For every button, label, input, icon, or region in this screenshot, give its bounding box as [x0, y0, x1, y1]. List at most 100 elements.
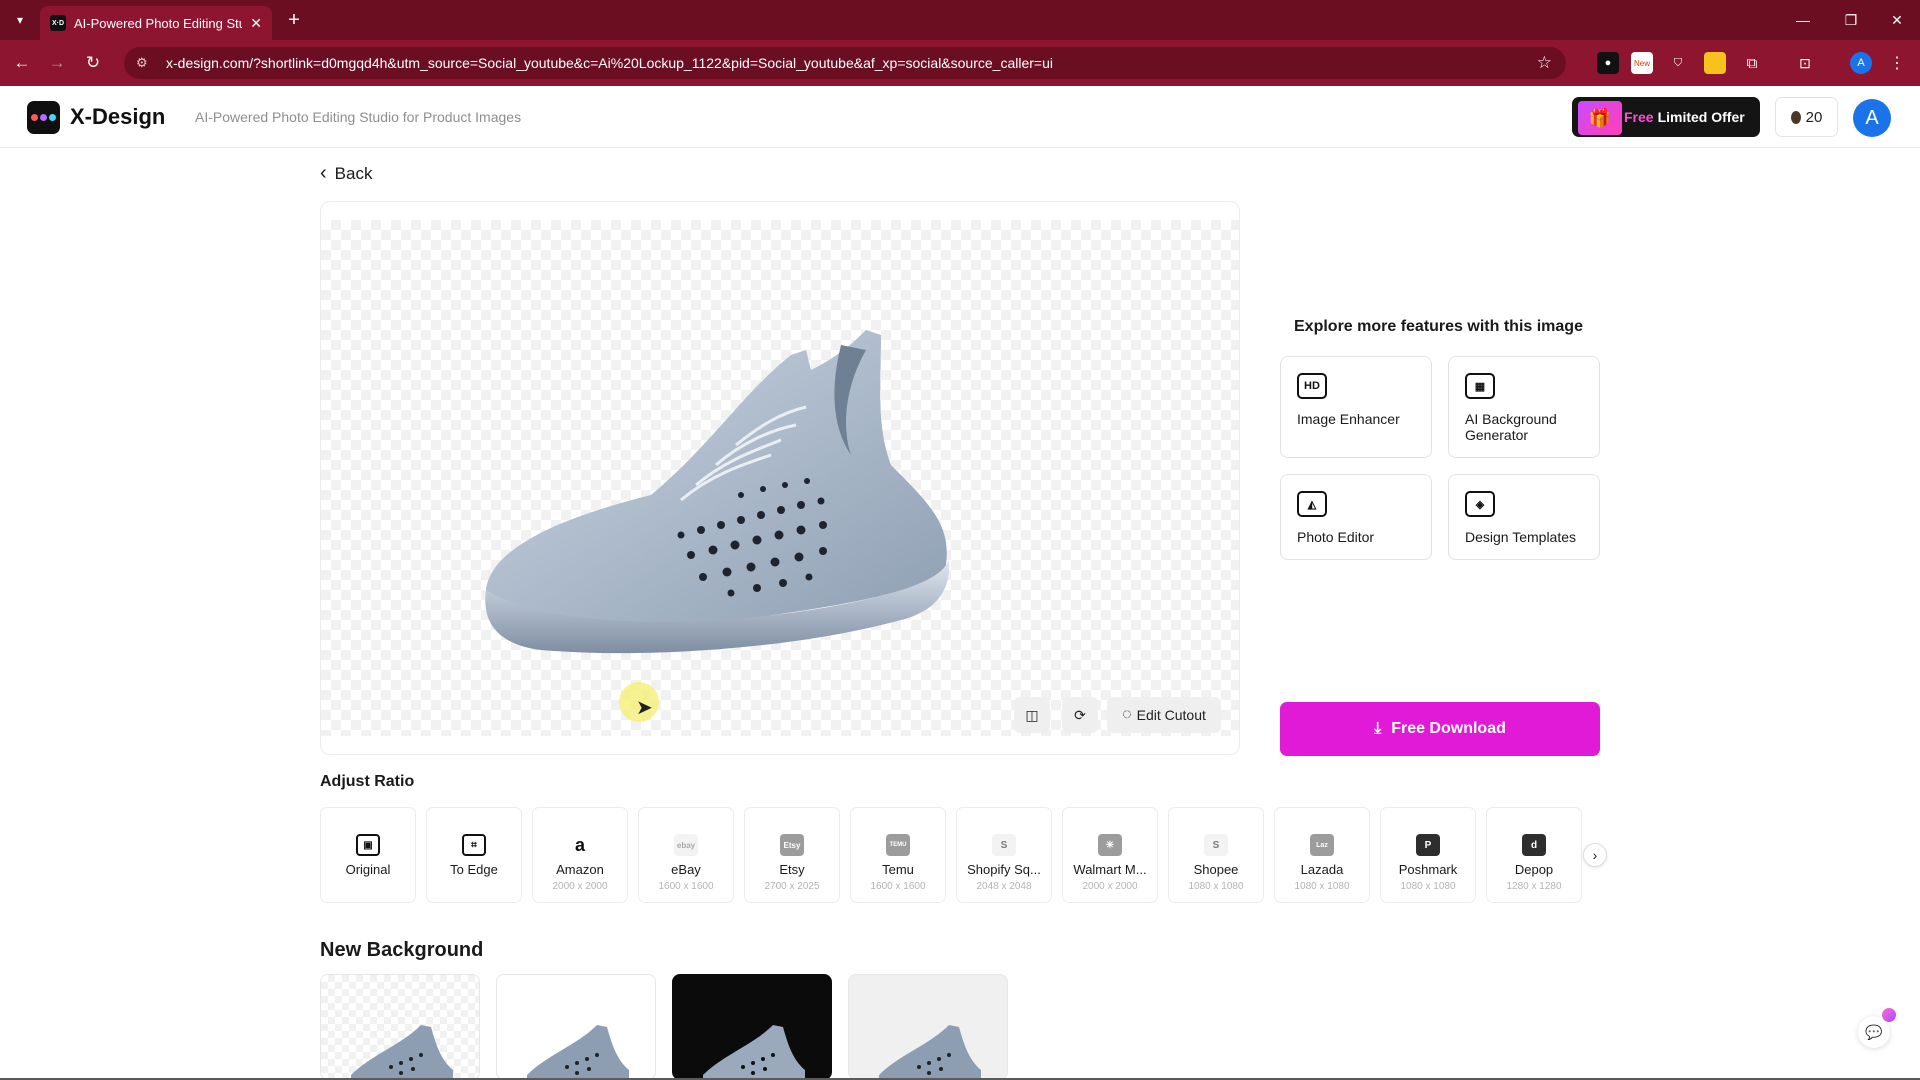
download-icon: ⤓	[1374, 720, 1382, 737]
reset-button[interactable]: ⟳	[1062, 697, 1098, 733]
feature-label: AI Background Generator	[1465, 411, 1557, 443]
user-avatar[interactable]: A	[1853, 99, 1891, 137]
browser-tab[interactable]: X·D AI-Powered Photo Editing Studi ✕	[40, 6, 272, 40]
ratio-size: 1280 x 1280	[1506, 881, 1562, 892]
ratio-amazon[interactable]: a Amazon 2000 x 2000	[532, 807, 628, 903]
site-settings-icon[interactable]: ⚙	[136, 55, 152, 71]
credits-count: 20	[1805, 108, 1823, 126]
offer-free-label: Free	[1624, 109, 1654, 125]
ratio-ebay[interactable]: ebay eBay 1600 x 1600	[638, 807, 734, 903]
free-limited-offer-button[interactable]: 🎁 Free Limited Offer	[1572, 97, 1760, 137]
ratio-lazada[interactable]: Laz Lazada 1080 x 1080	[1274, 807, 1370, 903]
ai-background-icon: ▦	[1465, 373, 1495, 399]
photo-editor-card[interactable]: ◭ Photo Editor	[1280, 474, 1432, 560]
new-background-title: New Background	[320, 939, 484, 961]
ratio-name: Depop	[1514, 862, 1554, 877]
x-design-logo-icon[interactable]	[27, 101, 60, 134]
product-shoe-image	[485, 330, 950, 654]
ratio-name: Lazada	[1300, 862, 1344, 877]
extension-new-icon[interactable]: New	[1631, 52, 1653, 74]
ratio-name: Poshmark	[1398, 862, 1458, 877]
browser-menu-icon[interactable]: ⋮	[1886, 52, 1908, 74]
background-option-white[interactable]	[496, 974, 656, 1080]
image-icon: ▣	[356, 834, 380, 856]
extensions-puzzle-icon[interactable]: ⧉	[1741, 52, 1763, 74]
ratio-original[interactable]: ▣ Original	[320, 807, 416, 903]
ratio-shopify[interactable]: S Shopify Sq... 2048 x 2048	[956, 807, 1052, 903]
reload-icon[interactable]: ↻	[80, 50, 106, 76]
ratio-name: Shopify Sq...	[967, 862, 1041, 877]
photo-editor-icon: ◭	[1297, 491, 1327, 517]
ratio-walmart[interactable]: ✳ Walmart M... 2000 x 2000	[1062, 807, 1158, 903]
extension-new-badge: New	[1633, 58, 1650, 68]
address-bar[interactable]: ⚙ x-design.com/?shortlink=d0mgqd4h&utm_s…	[124, 47, 1566, 79]
ratio-size: 2048 x 2048	[976, 881, 1032, 892]
edit-cutout-label: Edit Cutout	[1136, 707, 1206, 723]
ratio-size: 2000 x 2000	[1082, 881, 1138, 892]
profile-avatar-icon[interactable]: A	[1850, 52, 1872, 74]
shoe-thumbnail	[351, 1025, 453, 1079]
extension-lock-icon[interactable]: ●	[1597, 52, 1619, 74]
design-templates-card[interactable]: ◈ Design Templates	[1448, 474, 1600, 560]
ratio-name: Amazon	[556, 862, 604, 877]
ratio-size: 1080 x 1080	[1188, 881, 1244, 892]
credits-button[interactable]: 20	[1775, 97, 1838, 137]
image-preview-card: ➤ ◫ ⟳ ◌ Edit Cutout	[320, 201, 1240, 755]
ratio-shopee[interactable]: S Shopee 1080 x 1080	[1168, 807, 1264, 903]
new-tab-icon[interactable]: +	[282, 8, 306, 32]
compare-button[interactable]: ◫	[1014, 697, 1050, 733]
edit-cutout-button[interactable]: ◌ Edit Cutout	[1107, 697, 1221, 733]
ratio-size: 1080 x 1080	[1400, 881, 1456, 892]
refresh-icon: ⟳	[1074, 706, 1086, 723]
temu-icon: TEMU	[886, 834, 910, 856]
back-arrow-icon[interactable]: ←	[9, 50, 35, 76]
ratio-name: Temu	[882, 862, 914, 877]
feature-label: Design Templates	[1465, 529, 1577, 545]
extension-note-icon[interactable]	[1704, 52, 1726, 74]
free-download-button[interactable]: ⤓ Free Download	[1280, 702, 1600, 756]
ai-background-generator-card[interactable]: ▦ AI Background Generator	[1448, 356, 1600, 458]
ratio-size: 1600 x 1600	[870, 881, 926, 892]
shopify-icon: S	[992, 834, 1016, 856]
ratio-name: To Edge	[450, 862, 498, 877]
background-option-black[interactable]	[672, 974, 832, 1080]
ratio-temu[interactable]: TEMU Temu 1600 x 1600	[850, 807, 946, 903]
chat-notification-badge	[1880, 1006, 1898, 1024]
restore-icon[interactable]: ❐	[1831, 6, 1871, 34]
browser-tab-bar: ▾ X·D AI-Powered Photo Editing Studi ✕ +…	[0, 0, 1920, 40]
chevron-left-icon: ‹	[320, 162, 327, 184]
ratio-name: Walmart M...	[1073, 862, 1147, 877]
mouse-cursor-icon: ➤	[636, 697, 653, 719]
window-close-icon[interactable]: ✕	[1877, 6, 1917, 34]
background-option-transparent[interactable]	[320, 974, 480, 1080]
forward-arrow-icon[interactable]: →	[44, 50, 70, 76]
media-icon[interactable]: ⊡	[1794, 52, 1816, 74]
explore-title: Explore more features with this image	[1294, 318, 1583, 335]
ratio-name: Etsy	[779, 862, 805, 877]
minimize-icon[interactable]: —	[1783, 6, 1823, 34]
etsy-icon: Etsy	[780, 834, 804, 856]
ratio-name: eBay	[671, 862, 701, 877]
tab-close-icon[interactable]: ✕	[250, 15, 262, 32]
logo-text[interactable]: X-Design	[70, 104, 165, 130]
ratio-etsy[interactable]: Etsy Etsy 2700 x 2025	[744, 807, 840, 903]
ratio-to-edge[interactable]: ⌗ To Edge	[426, 807, 522, 903]
ratio-poshmark[interactable]: P Poshmark 1080 x 1080	[1380, 807, 1476, 903]
walmart-icon: ✳	[1098, 834, 1122, 856]
extension-shield-icon[interactable]: ⛉	[1667, 52, 1689, 74]
ratio-size: 1080 x 1080	[1294, 881, 1350, 892]
ratio-name: Original	[345, 862, 391, 877]
x-design-favicon-icon: X·D	[50, 15, 66, 31]
tab-search-icon[interactable]: ▾	[8, 8, 32, 32]
ratio-depop[interactable]: d Depop 1280 x 1280	[1486, 807, 1582, 903]
image-enhancer-card[interactable]: HD Image Enhancer	[1280, 356, 1432, 458]
feature-label: Photo Editor	[1297, 529, 1375, 545]
shoe-thumbnail	[879, 1025, 981, 1079]
shoe-thumbnail	[703, 1025, 805, 1079]
ratio-next-arrow-icon[interactable]: ›	[1583, 843, 1607, 867]
shoe-thumbnail	[527, 1025, 629, 1079]
bookmark-star-icon[interactable]: ☆	[1537, 53, 1552, 73]
back-button[interactable]: ‹ Back	[320, 162, 372, 185]
compare-icon: ◫	[1025, 706, 1039, 723]
background-option-grey[interactable]	[848, 974, 1008, 1080]
